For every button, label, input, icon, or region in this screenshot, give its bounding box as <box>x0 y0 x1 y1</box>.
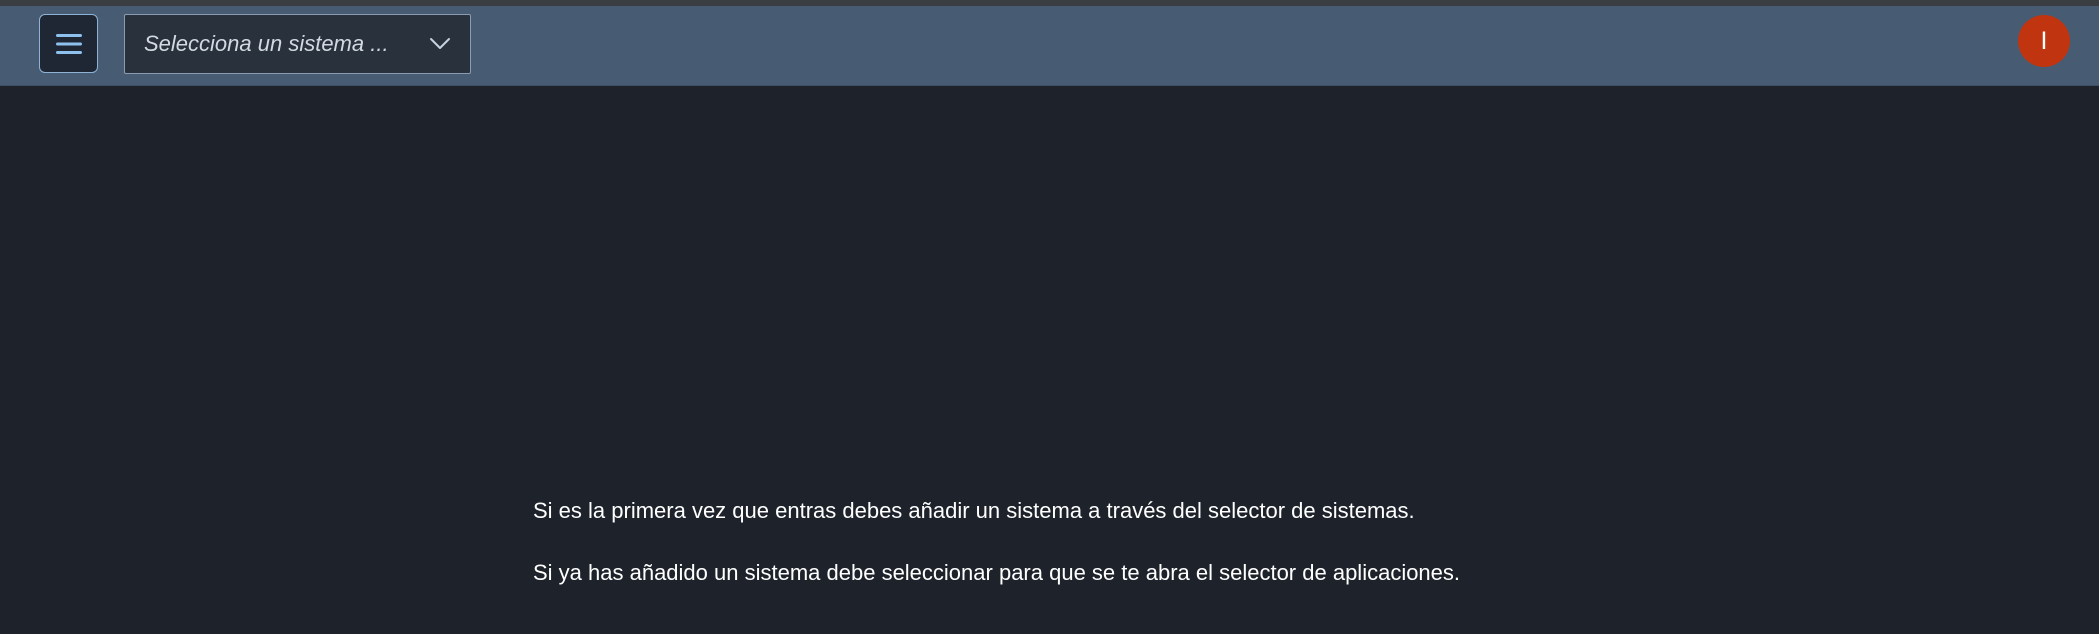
system-selector-placeholder: Selecciona un sistema ... <box>144 31 389 56</box>
avatar-initial: I <box>2040 26 2048 55</box>
system-selector[interactable]: Selecciona un sistema ... <box>124 14 471 74</box>
hamburger-icon <box>55 33 82 54</box>
chevron-down-icon <box>430 38 450 49</box>
user-avatar[interactable]: I <box>2018 15 2070 67</box>
menu-button[interactable] <box>39 14 98 73</box>
shell-bar: Selecciona un sistema ... I <box>0 6 2099 86</box>
info-message-first-time: Si es la primera vez que entras debes añ… <box>533 498 1415 523</box>
info-message-select-system: Si ya has añadido un sistema debe selecc… <box>533 560 1461 585</box>
